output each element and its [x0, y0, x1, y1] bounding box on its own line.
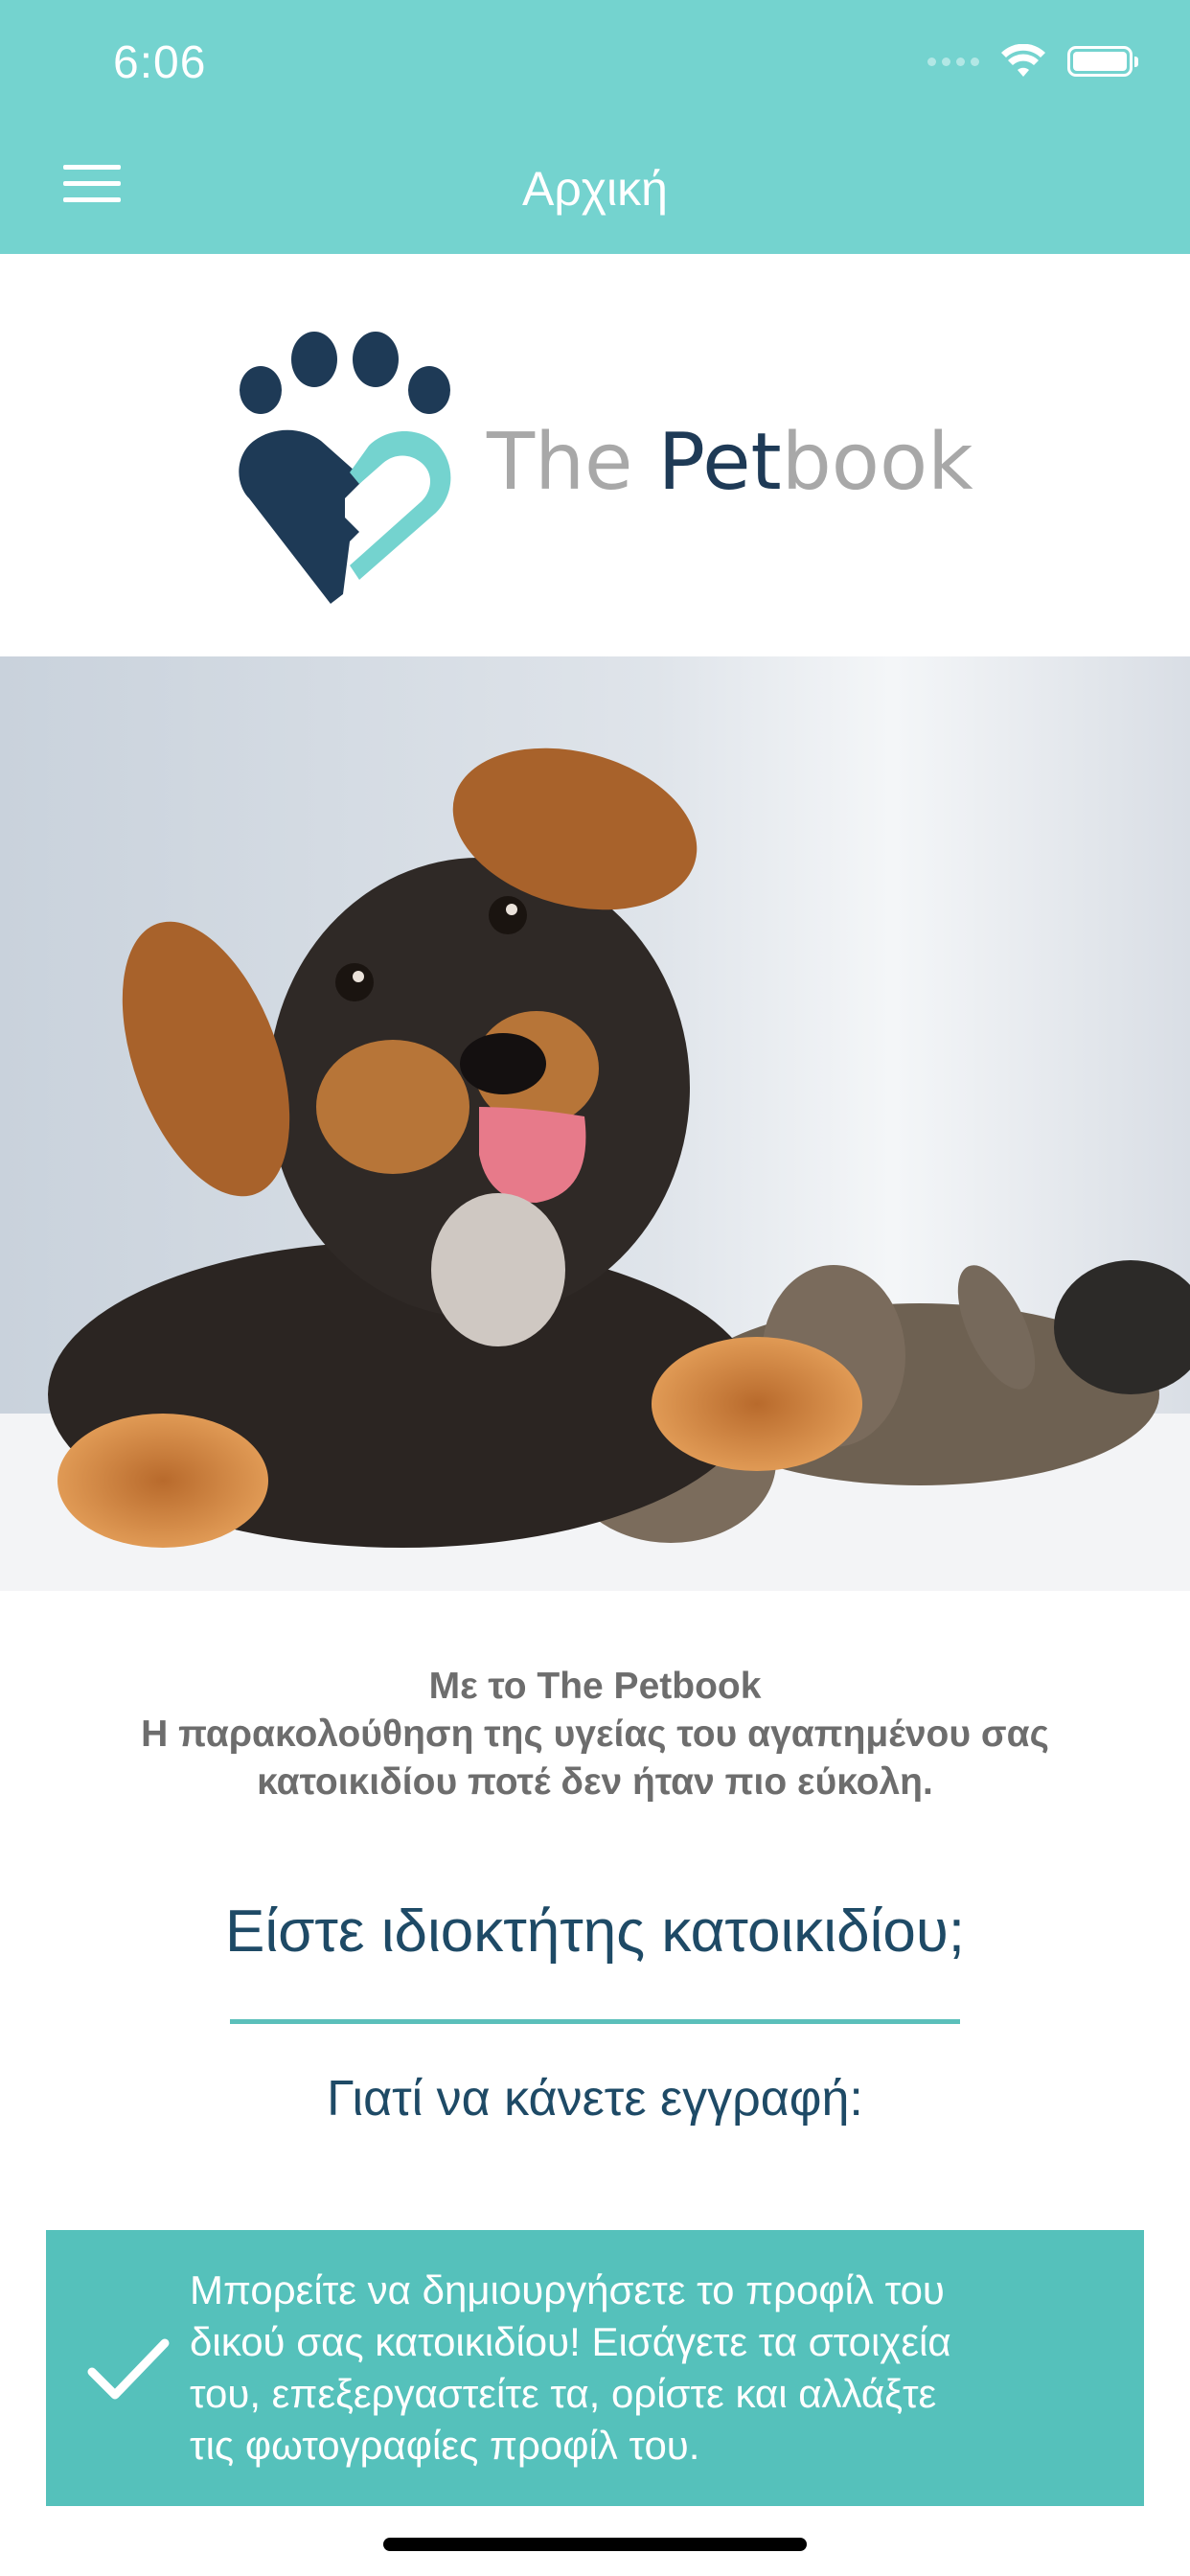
checkmark-icon — [87, 2338, 170, 2400]
benefit-card: Μπορείτε να δημιουργήσετε το προφίλ του … — [46, 2230, 1144, 2506]
tagline-line: κατοικιδίου ποτέ δεν ήταν πιο εύκολη. — [257, 1761, 933, 1803]
benefit-line: του, επεξεργαστείτε τα, ορίστε και αλλάξ… — [190, 2371, 937, 2416]
tagline-line: Με το The Petbook — [428, 1666, 762, 1707]
why-register-heading: Γιατί να κάνετε εγγραφή: — [327, 2071, 863, 2127]
owner-question-heading: Είστε ιδιοκτήτης κατοικιδίου; — [225, 1898, 965, 1965]
home-indicator[interactable] — [383, 2538, 807, 2551]
benefit-line: δικού σας κατοικιδίου! Εισάγετε τα στοιχ… — [190, 2319, 951, 2364]
logo-section: The Petbook — [0, 254, 1190, 656]
status-time: 6:06 — [113, 37, 207, 88]
battery-icon — [1067, 46, 1138, 77]
tagline-line: Η παρακολούθηση της υγείας του αγαπημένο… — [141, 1714, 1049, 1755]
benefit-line: τις φωτογραφίες προφίλ του. — [190, 2423, 700, 2468]
page-title: Αρχική — [522, 162, 668, 216]
brand-name: The Petbook — [487, 417, 973, 508]
app-header: 6:06 Αρχική — [0, 0, 1190, 254]
signal-icon — [927, 57, 979, 66]
tagline: Με το The Petbook Η παρακολούθηση της υγ… — [86, 1663, 1104, 1806]
dog-and-cat-photo — [0, 656, 1190, 1591]
status-indicators — [927, 42, 1138, 80]
paw-heart-logo — [239, 332, 451, 604]
benefit-line: Μπορείτε να δημιουργήσετε το προφίλ του — [190, 2267, 945, 2312]
wifi-icon — [1001, 44, 1045, 77]
benefit-text: Μπορείτε να δημιουργήσετε το προφίλ του … — [190, 2265, 1110, 2472]
divider — [230, 2019, 960, 2024]
hero-image — [0, 656, 1190, 1591]
